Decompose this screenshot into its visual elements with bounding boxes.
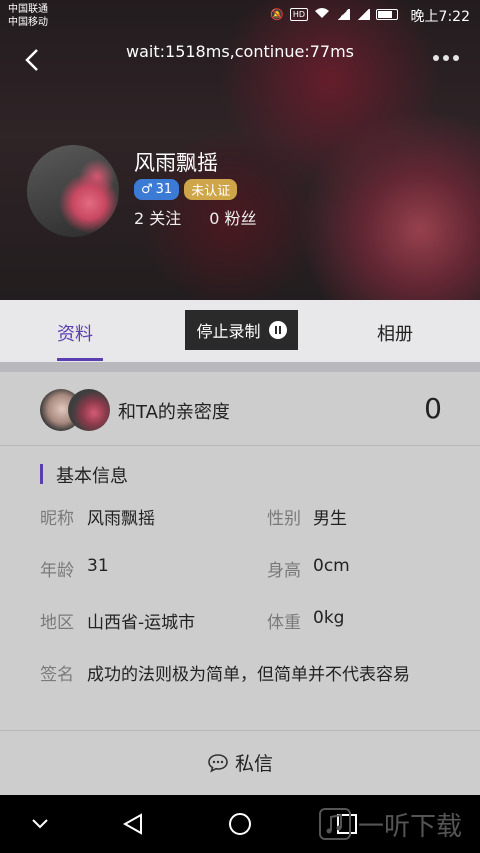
tab-profile[interactable]: 资料 bbox=[57, 320, 93, 346]
intimacy-value: 0 bbox=[424, 392, 442, 425]
private-message-label: 私信 bbox=[234, 753, 273, 775]
follow-stats: 2 关注 0 粉丝 bbox=[134, 205, 257, 229]
hd-icon: HD bbox=[289, 8, 308, 21]
age-value: 31 bbox=[87, 556, 109, 576]
gender-label: 性别 bbox=[267, 509, 301, 529]
their-avatar bbox=[68, 389, 110, 431]
male-icon: ♂ bbox=[141, 182, 153, 197]
status-bar: 中国联通 中国移动 🔕 HD 晚上7:22 bbox=[0, 0, 480, 32]
weight-label: 体重 bbox=[267, 613, 301, 633]
stop-recording-label: 停止录制 bbox=[196, 322, 261, 341]
more-options-button[interactable] bbox=[430, 48, 462, 68]
chevron-down-icon bbox=[32, 819, 48, 829]
nickname-value: 风雨飘摇 bbox=[87, 509, 155, 529]
debug-timing-text: wait:1518ms,continue:77ms bbox=[126, 42, 354, 61]
height-value: 0cm bbox=[313, 556, 350, 576]
battery-icon bbox=[376, 9, 398, 20]
region-value: 山西省-运城市 bbox=[87, 613, 196, 633]
nav-back-button[interactable] bbox=[118, 809, 148, 839]
signature-value: 成功的法则极为简单，但简单并不代表容易 bbox=[87, 665, 410, 685]
carrier-info: 中国联通 中国移动 bbox=[8, 3, 48, 29]
mute-icon: 🔕 bbox=[270, 8, 284, 21]
tab-album[interactable]: 相册 bbox=[377, 320, 413, 346]
signal-icon-1 bbox=[336, 9, 350, 20]
chat-bubble-icon bbox=[208, 753, 228, 773]
private-message-button[interactable]: 私信 bbox=[0, 749, 480, 776]
nav-home-button[interactable] bbox=[225, 809, 255, 839]
weight-value: 0kg bbox=[313, 608, 345, 628]
age-text: 31 bbox=[155, 182, 173, 197]
action-bar: 私信 bbox=[0, 731, 480, 795]
age-label: 年龄 bbox=[40, 561, 74, 581]
carrier-2: 中国移动 bbox=[8, 17, 48, 28]
watermark: 一听下载 bbox=[318, 803, 462, 845]
height-label: 身高 bbox=[267, 561, 301, 581]
nickname-label: 昵称 bbox=[40, 509, 74, 529]
intimacy-label: 和TA的亲密度 bbox=[118, 402, 230, 423]
active-tab-indicator bbox=[57, 358, 103, 361]
more-dot-icon bbox=[453, 55, 459, 61]
signature-label: 签名 bbox=[40, 665, 74, 685]
watermark-text: 一听下载 bbox=[358, 811, 463, 842]
home-circle-icon bbox=[229, 813, 251, 835]
signal-icon-2 bbox=[356, 9, 370, 20]
more-dot-icon bbox=[433, 55, 439, 61]
status-icons: 🔕 HD bbox=[270, 7, 398, 22]
intimacy-avatars bbox=[40, 389, 112, 431]
status-time: 晚上7:22 bbox=[410, 9, 470, 25]
profile-badges: ♂ 31 未认证 bbox=[134, 179, 238, 200]
pause-icon bbox=[268, 321, 287, 339]
carrier-1: 中国联通 bbox=[8, 4, 48, 15]
profile-nickname: 风雨飘摇 bbox=[134, 151, 218, 175]
region-label: 地区 bbox=[40, 613, 74, 633]
nav-hide-button[interactable] bbox=[25, 809, 55, 839]
section-accent-bar bbox=[40, 464, 43, 484]
more-dot-icon bbox=[443, 55, 449, 61]
profile-content: 和TA的亲密度 0 基本信息 昵称 风雨飘摇 性别 男生 年龄 31 身高 0c… bbox=[0, 372, 480, 730]
basic-info-title: 基本信息 bbox=[56, 466, 128, 487]
wifi-icon bbox=[314, 7, 330, 22]
following-count[interactable]: 2 关注 bbox=[134, 205, 181, 229]
followers-count[interactable]: 0 粉丝 bbox=[209, 205, 256, 229]
avatar[interactable] bbox=[27, 145, 119, 237]
triangle-back-icon bbox=[122, 813, 142, 835]
gender-value: 男生 bbox=[313, 509, 347, 529]
gender-age-badge: ♂ 31 bbox=[134, 179, 180, 200]
section-divider bbox=[0, 362, 480, 372]
system-nav-bar: 一听下载 bbox=[0, 795, 480, 853]
intimacy-row: 和TA的亲密度 0 bbox=[0, 372, 480, 446]
stop-recording-button[interactable]: 停止录制 bbox=[185, 310, 298, 350]
music-note-icon bbox=[319, 808, 351, 840]
verify-badge: 未认证 bbox=[184, 179, 238, 200]
